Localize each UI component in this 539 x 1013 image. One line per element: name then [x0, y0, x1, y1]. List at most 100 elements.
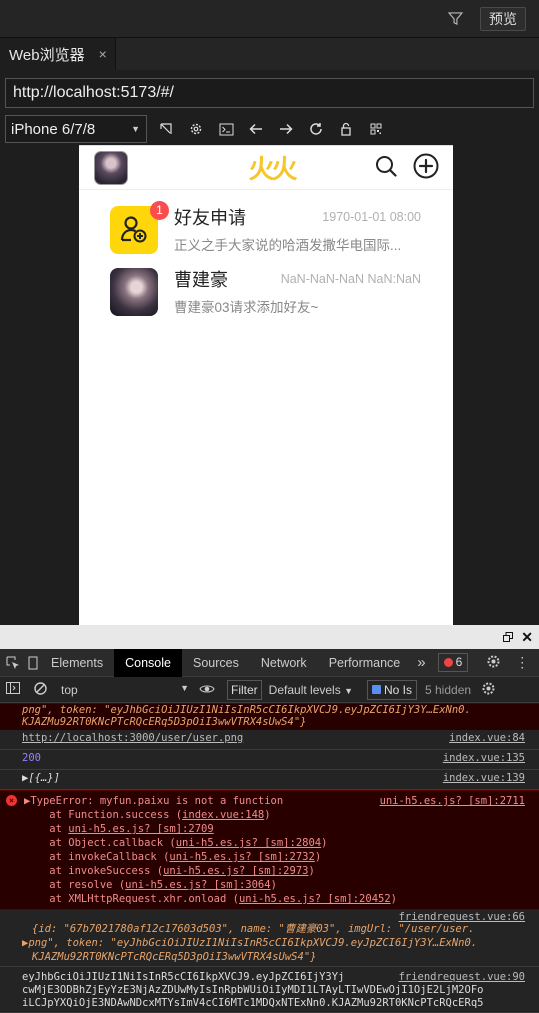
log-object[interactable]: KJAZMu92RT0KNcPTcRQcERq5D3pOiI3wwVTRX4sU…	[22, 950, 531, 964]
filter-icon[interactable]	[446, 10, 464, 28]
chat-item-contact[interactable]: 曹建豪 NaN-NaN-NaN NaN:NaN 曹建豪03请求添加好友~	[79, 254, 453, 318]
source-link[interactable]: friendrequest.vue:90	[399, 971, 525, 984]
undock-icon[interactable]	[503, 630, 514, 645]
log-entry[interactable]: friendrequest.vue:66 {id: "67b7021780af1…	[0, 910, 539, 967]
tab-console[interactable]: Console	[114, 648, 182, 677]
source-link[interactable]: index.vue:135	[443, 752, 525, 764]
chat-item-friend-request[interactable]: 1 好友申请 1970-01-01 08:00 正义之手大家说的哈酒发撒华电国际…	[79, 190, 453, 254]
url-input[interactable]: http://localhost:5173/#/	[5, 78, 534, 108]
search-icon[interactable]	[375, 155, 397, 180]
preview-button[interactable]: 预览	[480, 6, 526, 31]
qrcode-icon[interactable]	[361, 117, 391, 141]
console-settings-gear-icon[interactable]	[481, 681, 496, 699]
log-text: png", token: "eyJhbGciOiJIUzI1NiIsInR5cC…	[22, 704, 471, 716]
hidden-count: 5 hidden	[425, 682, 472, 697]
levels-select[interactable]: Default levels ▼	[269, 683, 353, 697]
close-icon[interactable]: ×	[99, 46, 107, 62]
caret-down-icon: ▼	[131, 124, 140, 134]
context-select[interactable]: top ▼	[61, 683, 189, 697]
log-text: KJAZMu92RT0KNcPTcRQcERq5D3pOiI3wwVTRX4sU…	[22, 716, 307, 728]
tab-elements[interactable]: Elements	[40, 649, 114, 677]
element-picker-icon[interactable]	[0, 656, 26, 670]
tab-performance[interactable]: Performance	[318, 649, 412, 677]
log-entry: png", token: "eyJhbGciOiJIUzI1NiIsInR5cC…	[0, 703, 539, 730]
log-entry: eyJhbGciOiJIUzI1NiIsInR5cCI6IkpXVCJ9.eyJ…	[0, 967, 539, 1013]
log-text: iLCJpYXQiOjE3NDAwNDcxMTYsImV4cCI6MTc1MDQ…	[22, 997, 484, 1009]
error-count-badge[interactable]: 6	[437, 653, 469, 672]
error-icon	[443, 658, 453, 667]
stack-link[interactable]: uni-h5.es.js? [sm]:2709	[68, 823, 213, 835]
chat-name: 曹建豪	[174, 270, 228, 290]
device-select[interactable]: iPhone 6/7/8 ▼	[5, 115, 147, 143]
log-object[interactable]: ▶png", token: "eyJhbGciOiJIUzI1NiIsInR5c…	[22, 936, 531, 950]
chat-name: 好友申请	[174, 208, 246, 228]
context-value: top	[61, 682, 78, 697]
issues-label: No Is	[383, 682, 412, 697]
friend-request-avatar: 1	[110, 201, 169, 254]
unread-badge: 1	[150, 201, 169, 220]
stack-text: )	[314, 851, 322, 863]
chat-preview: 正义之手大家说的哈酒发撒华电国际...	[174, 238, 402, 253]
add-user-icon	[119, 214, 149, 247]
caret-down-icon: ▼	[180, 682, 189, 693]
settings-gear-icon[interactable]	[486, 654, 501, 672]
chat-preview: 曹建豪03请求添加好友~	[174, 300, 319, 315]
sidebar-toggle-icon[interactable]	[6, 682, 20, 697]
stack-link[interactable]: uni-h5.es.js? [sm]:3064	[125, 879, 270, 891]
tab-title: Web浏览器	[9, 46, 85, 64]
source-link[interactable]: index.vue:139	[443, 772, 525, 784]
stack-text: )	[308, 865, 315, 877]
error-count: 6	[455, 655, 463, 669]
console-toolbar: top ▼ Filter Default levels ▼ No Is 5 hid…	[0, 677, 539, 703]
source-link[interactable]: uni-h5.es.js? [sm]:2711	[380, 794, 525, 808]
error-message[interactable]: ▶TypeError: myfun.paixu is not a functio…	[24, 795, 283, 807]
lock-icon[interactable]	[331, 117, 361, 141]
devtools-panel: ✕ Elements Console Sources Network Perfo…	[0, 625, 539, 1013]
stack-text: at XMLHttpRequest.xhr.onload (	[24, 893, 239, 905]
issues-icon	[371, 685, 381, 694]
browser-viewport: 火火 1 好友申请 1970-01-01 08:00 正义之手大家说的哈酒发撒华…	[0, 143, 539, 625]
filter-input[interactable]: Filter	[227, 679, 262, 700]
error-entry: × ▶TypeError: myfun.paixu is not a funct…	[0, 790, 539, 910]
levels-value: Default levels	[268, 682, 341, 697]
browser-toolbar: iPhone 6/7/8 ▼	[0, 114, 539, 144]
stack-link[interactable]: uni-h5.es.js? [sm]:20452	[239, 893, 391, 905]
close-icon[interactable]: ✕	[521, 629, 533, 646]
terminal-icon[interactable]	[211, 117, 241, 141]
stack-text: at Object.callback (	[24, 837, 176, 849]
back-arrow-icon[interactable]	[241, 117, 271, 141]
eye-icon[interactable]	[199, 683, 215, 697]
inspect-icon[interactable]	[151, 117, 181, 141]
log-object[interactable]: {id: "67b7021780af12c17603d503", name: "…	[22, 922, 531, 936]
tab-network[interactable]: Network	[250, 649, 318, 677]
source-link[interactable]: index.vue:84	[449, 732, 525, 744]
tab-sources[interactable]: Sources	[182, 649, 250, 677]
log-entry[interactable]: ▶[{…}] index.vue:139	[0, 770, 539, 790]
stack-link[interactable]: index.vue:148	[182, 809, 264, 821]
gear-icon[interactable]	[181, 117, 211, 141]
tab-web-browser[interactable]: Web浏览器 ×	[0, 38, 116, 70]
log-entry: http://localhost:3000/user/user.png inde…	[0, 730, 539, 750]
refresh-icon[interactable]	[301, 117, 331, 141]
log-object[interactable]: ▶[{…}]	[22, 772, 60, 784]
phone-screen: 火火 1 好友申请 1970-01-01 08:00 正义之手大家说的哈酒发撒华…	[79, 145, 453, 625]
issues-button[interactable]: No Is	[366, 679, 417, 700]
stack-link[interactable]: uni-h5.es.js? [sm]:2804	[176, 837, 321, 849]
more-tabs-button[interactable]: »	[411, 649, 431, 677]
stack-text: at resolve (	[24, 879, 126, 891]
clear-console-icon[interactable]	[34, 681, 47, 698]
device-toggle-icon[interactable]	[26, 656, 40, 670]
add-circle-icon[interactable]	[413, 153, 439, 182]
stack-text: at	[24, 823, 69, 835]
devtools-titlebar: ✕	[0, 625, 539, 649]
user-avatar[interactable]	[94, 150, 128, 185]
app-header: 火火	[79, 146, 453, 190]
log-link[interactable]: http://localhost:3000/user/user.png	[22, 732, 243, 744]
stack-link[interactable]: uni-h5.es.js? [sm]:2732	[169, 851, 314, 863]
forward-arrow-icon[interactable]	[271, 117, 301, 141]
caret-down-icon: ▼	[344, 685, 353, 696]
source-link[interactable]: friendrequest.vue:66	[399, 910, 525, 924]
kebab-menu-icon[interactable]: ⋮	[515, 654, 529, 671]
log-text: eyJhbGciOiJIUzI1NiIsInR5cCI6IkpXVCJ9.eyJ…	[22, 971, 345, 983]
stack-link[interactable]: uni-h5.es.js? [sm]:2973	[163, 865, 308, 877]
